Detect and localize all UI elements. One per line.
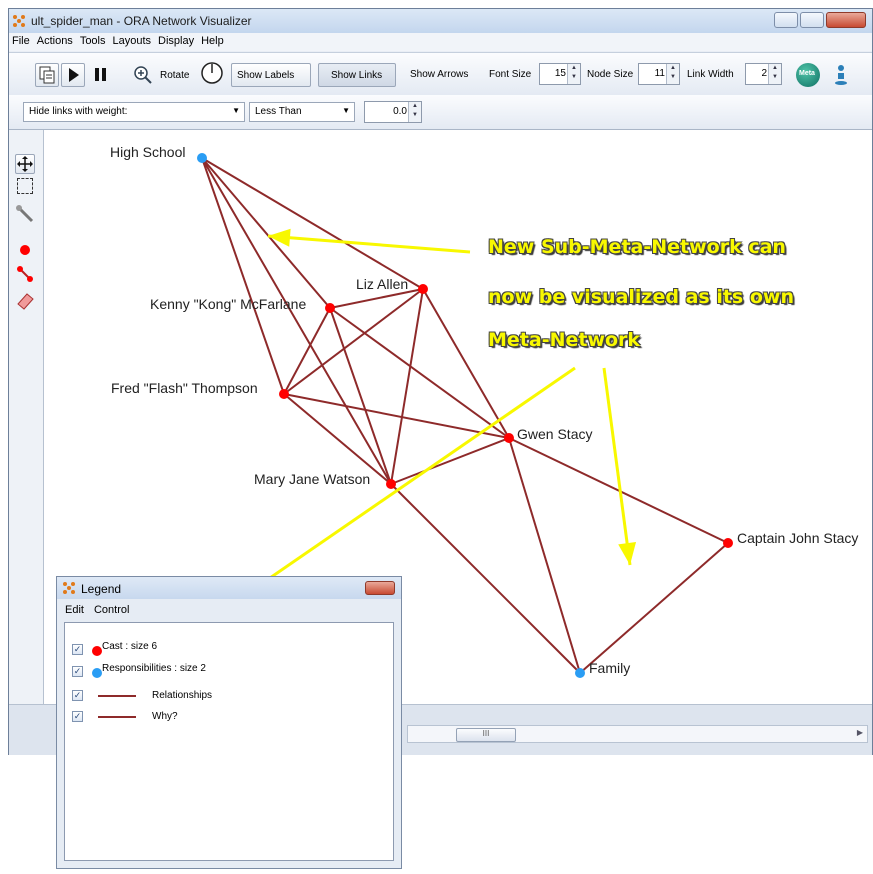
- legend-responsibilities-label: Responsibilities : size 2: [102, 663, 206, 674]
- legend-relationships-label: Relationships: [152, 690, 213, 701]
- cast-dot-icon: [92, 646, 102, 656]
- link-high_school-kenny[interactable]: [201, 157, 331, 309]
- link-flash-gwen[interactable]: [283, 393, 510, 439]
- node-label-liz-allen: Liz Allen: [356, 276, 408, 292]
- link-captain-family[interactable]: [579, 542, 729, 674]
- link-high_school-flash[interactable]: [201, 157, 285, 395]
- node-label-gwen: Gwen Stacy: [517, 426, 592, 442]
- link-liz_allen-mary_jane[interactable]: [390, 288, 424, 485]
- legend-title-bar: Legend: [57, 577, 401, 599]
- node-label-flash: Fred "Flash" Thompson: [111, 380, 258, 396]
- link-gwen-captain[interactable]: [508, 437, 729, 544]
- ora-app-icon: [63, 582, 75, 594]
- annotation-line-3: Meta-Network: [488, 329, 641, 351]
- legend-window: Legend Edit Control ✓ Cast : size 6 ✓ Res…: [56, 576, 402, 869]
- legend-title: Legend: [81, 582, 122, 596]
- legend-close-button[interactable]: [365, 581, 395, 595]
- node-label-mary-jane: Mary Jane Watson: [254, 471, 370, 487]
- relationships-line-icon: [98, 695, 136, 697]
- node-label-high-school: High School: [110, 144, 186, 160]
- why-line-icon: [98, 716, 136, 718]
- legend-item-why: ✓ Why?: [72, 710, 372, 726]
- arrow-to-graph-shaft: [267, 234, 471, 254]
- node-gwen[interactable]: [504, 433, 514, 443]
- annotation-line-2: now be visualized as its own: [488, 286, 794, 308]
- legend-item-responsibilities: ✓ Responsibilities : size 2: [72, 663, 372, 681]
- responsibilities-dot-icon: [92, 668, 102, 678]
- legend-menu-bar: Edit Control: [57, 601, 401, 619]
- annotation-line-1: New Sub-Meta-Network can: [488, 236, 786, 258]
- node-label-family: Family: [589, 660, 630, 676]
- legend-why-label: Why?: [152, 711, 178, 722]
- legend-cast-label: Cast : size 6: [102, 641, 158, 652]
- link-gwen-mary_jane[interactable]: [390, 437, 510, 485]
- cast-checkbox[interactable]: ✓: [72, 644, 83, 655]
- arrow-down-shaft: [602, 367, 632, 566]
- legend-item-relationships: ✓ Relationships: [72, 689, 372, 705]
- node-flash[interactable]: [279, 389, 289, 399]
- link-high_school-mary_jane[interactable]: [201, 157, 392, 485]
- node-label-kenny: Kenny "Kong" McFarlane: [150, 296, 306, 312]
- responsibilities-checkbox[interactable]: ✓: [72, 666, 83, 677]
- node-kenny[interactable]: [325, 303, 335, 313]
- arrow-down-head: [618, 542, 637, 565]
- node-captain[interactable]: [723, 538, 733, 548]
- link-liz_allen-gwen[interactable]: [422, 288, 510, 439]
- link-high_school-liz_allen[interactable]: [201, 157, 424, 290]
- link-kenny-gwen[interactable]: [329, 307, 510, 439]
- why-checkbox[interactable]: ✓: [72, 711, 83, 722]
- node-high-school[interactable]: [197, 153, 207, 163]
- link-kenny-flash[interactable]: [283, 307, 331, 395]
- node-liz-allen[interactable]: [418, 284, 428, 294]
- node-family[interactable]: [575, 668, 585, 678]
- legend-body: ✓ Cast : size 6 ✓ Responsibilities : siz…: [64, 622, 394, 861]
- legend-menu-edit[interactable]: Edit: [57, 601, 86, 616]
- node-label-captain: Captain John Stacy: [737, 530, 858, 546]
- legend-item-cast: ✓ Cast : size 6: [72, 641, 372, 659]
- relationships-checkbox[interactable]: ✓: [72, 690, 83, 701]
- legend-menu-control[interactable]: Control: [86, 601, 131, 616]
- node-mary-jane[interactable]: [386, 479, 396, 489]
